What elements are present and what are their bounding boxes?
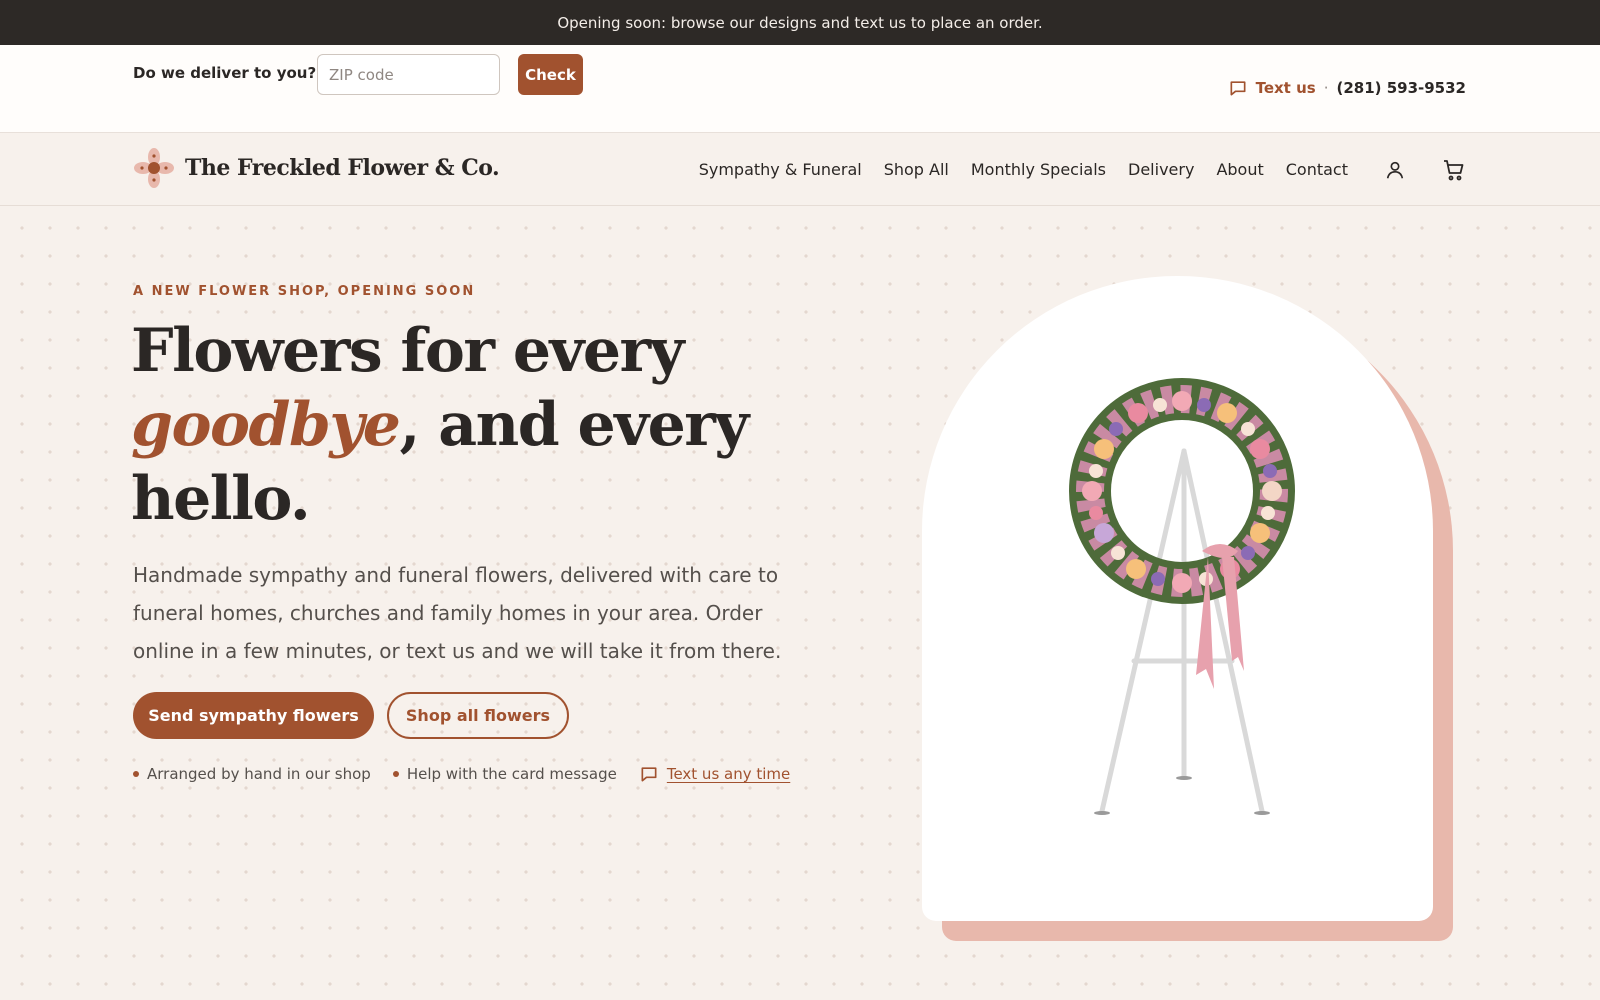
text-us-any-time-link[interactable]: Text us any time [667,765,790,783]
bullet-icon [133,771,139,777]
zip-code-input[interactable] [317,54,500,95]
primary-nav: Sympathy & Funeral Shop All Monthly Spec… [699,133,1466,206]
hero-headline: Flowers for every goodbye, and every hel… [131,314,851,536]
headline-accent: goodbye [131,390,401,460]
cart-icon[interactable] [1442,158,1466,182]
nav-item-about[interactable]: About [1216,160,1263,179]
nav-item-shop-all[interactable]: Shop All [884,160,949,179]
separator: · [1323,79,1329,97]
chat-bubble-icon[interactable] [1228,78,1248,98]
main-navbar: The Freckled Flower & Co. Sympathy & Fun… [0,133,1600,206]
utility-bar: Do we deliver to you? Check Text us · (2… [0,45,1600,133]
text-us-link[interactable]: Text us [1256,79,1316,97]
hero-features: Arranged by hand in our shop Help with t… [133,764,790,784]
announcement-bar: Opening soon: browse our designs and tex… [0,0,1600,45]
bullet-icon [392,771,399,777]
hero-subhead: Handmade sympathy and funeral flowers, d… [133,563,782,663]
feature-item: Help with the card message [392,765,617,783]
headline-part-1: Flowers for every [131,316,685,386]
send-sympathy-flowers-button[interactable]: Send sympathy flowers [133,692,374,739]
nav-item-monthly-specials[interactable]: Monthly Specials [971,160,1106,179]
nav-item-delivery[interactable]: Delivery [1128,160,1194,179]
deliver-label: Do we deliver to you? [133,64,317,82]
hero-eyebrow: A NEW FLOWER SHOP, OPENING SOON [133,284,476,299]
wreath-easel-image [1069,378,1295,815]
announcement-text: Opening soon: browse our designs and tex… [557,13,1043,32]
flower-logo-icon [133,147,175,189]
nav-item-contact[interactable]: Contact [1286,160,1348,179]
feature-text: Help with the card message [406,765,617,783]
shop-all-flowers-button[interactable]: Shop all flowers [387,692,569,739]
feature-text: Arranged by hand in our shop [147,765,371,783]
contact-info: Text us · (281) 593-9532 [1228,78,1466,98]
user-icon[interactable] [1384,159,1406,181]
chat-bubble-icon [639,764,659,784]
check-zip-button[interactable]: Check [518,54,583,95]
phone-number[interactable]: (281) 593-9532 [1336,79,1466,97]
text-us-any-time[interactable]: Text us any time [639,764,790,784]
hero-section: A NEW FLOWER SHOP, OPENING SOON Flowers … [0,206,1600,1000]
nav-item-sympathy-funeral[interactable]: Sympathy & Funeral [699,160,862,179]
brand-logo[interactable]: The Freckled Flower & Co. [133,147,500,189]
brand-name: The Freckled Flower & Co. [185,155,500,181]
hero-image-frame [922,276,1433,921]
feature-item: Arranged by hand in our shop [133,765,371,783]
